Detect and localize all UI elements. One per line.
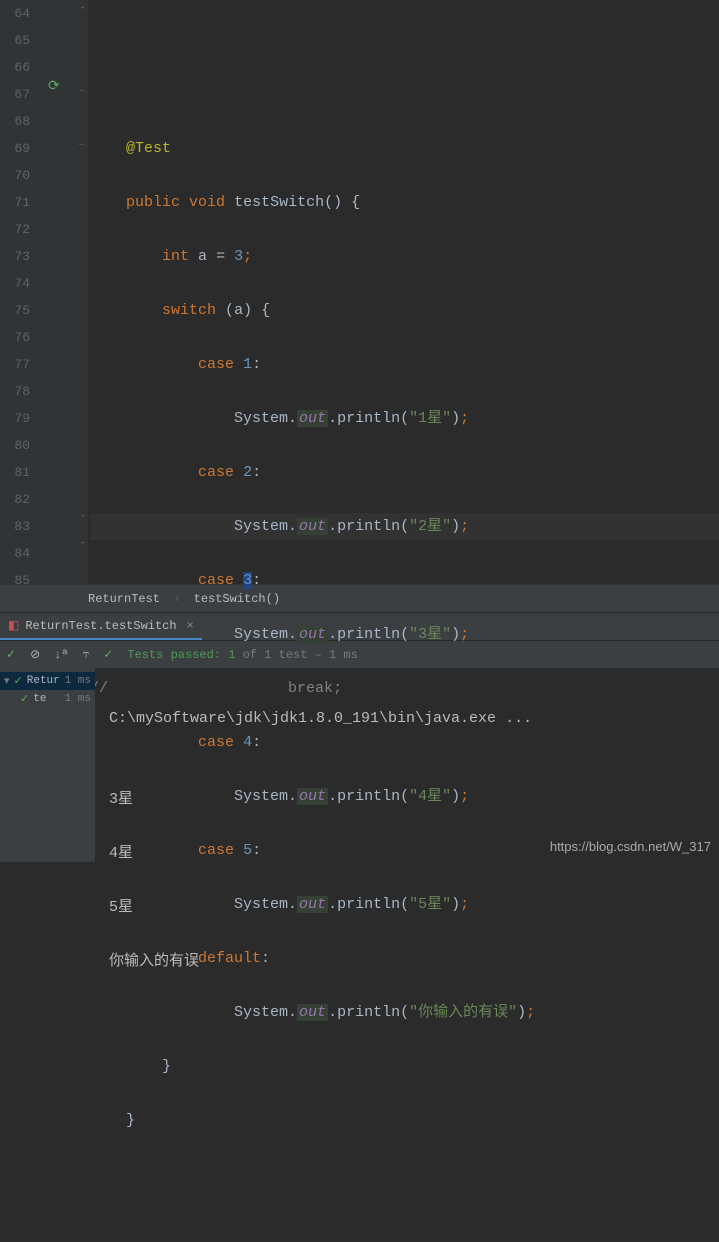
println-call: .println — [328, 410, 400, 427]
tree-node-te[interactable]: ✓ te 1 ms — [0, 690, 95, 708]
out-field: out — [297, 518, 328, 535]
check-icon: ✓ — [20, 692, 29, 706]
keyword-case: case — [198, 356, 234, 373]
watermark-text: https://blog.csdn.net/W_317 — [550, 839, 711, 854]
code-content[interactable]: @Test public void testSwitch() { int a =… — [88, 0, 719, 584]
tab-returntest-testswitch[interactable]: ◧ ReturnTest.testSwitch × — [0, 613, 202, 640]
string-3: "3星" — [409, 626, 451, 643]
tree-time: 1 ms — [65, 693, 91, 705]
keyword-case: case — [198, 464, 234, 481]
tree-node-return[interactable]: ▾ ✓ Retur 1 ms — [0, 672, 95, 690]
check-icon[interactable]: ✓ — [6, 647, 16, 662]
block-icon[interactable]: ⊘ — [30, 647, 40, 662]
string-2: "2星" — [409, 518, 451, 535]
fold-marker-icon[interactable]: ⌃ — [79, 514, 87, 524]
breadcrumb-separator-icon: › — [173, 592, 180, 606]
annotation: @Test — [126, 140, 171, 157]
console-output[interactable]: C:\mySoftware\jdk\jdk1.8.0_191\bin\java.… — [95, 668, 719, 862]
tests-passed-text: Tests passed: 1 of 1 test – 1 ms — [127, 648, 357, 662]
tree-time: 1 ms — [65, 675, 91, 687]
case-2-val: 2 — [243, 464, 252, 481]
fold-marker-icon[interactable]: ⌃ — [79, 6, 87, 16]
results-panel: ▾ ✓ Retur 1 ms ✓ te 1 ms C:\mySoftware\j… — [0, 668, 719, 862]
system-ref: System. — [234, 518, 297, 535]
out-field: out — [297, 410, 328, 427]
var-a-ref: a — [234, 302, 243, 319]
system-ref: System. — [234, 626, 297, 643]
system-ref: System. — [234, 410, 297, 427]
fold-column[interactable]: ⌃ ─ ─ ⌃ ⌃ — [78, 0, 88, 584]
code-editor[interactable]: 6465666768697071727374757677787980818283… — [0, 0, 719, 584]
breadcrumb-method[interactable]: testSwitch() — [194, 592, 280, 606]
println-call: .println — [328, 518, 400, 535]
gutter-icon-column: ⟳ — [38, 0, 78, 584]
run-config-icon: ◧ — [8, 612, 19, 640]
keyword-modifiers: public void — [126, 194, 225, 211]
var-a: a — [198, 248, 207, 265]
keyword-int: int — [162, 248, 189, 265]
close-icon[interactable]: × — [187, 612, 194, 640]
system-ref: System. — [234, 1004, 297, 1021]
run-test-icon[interactable]: ⟳ — [48, 78, 60, 95]
console-line: 你输入的有误 — [109, 948, 705, 975]
case-1-val: 1 — [243, 356, 252, 373]
console-line: 5星 — [109, 894, 705, 921]
method-name: testSwitch — [234, 194, 324, 211]
console-line: C:\mySoftware\jdk\jdk1.8.0_191\bin\java.… — [109, 705, 705, 732]
console-line: 3星 — [109, 786, 705, 813]
string-1: "1星" — [409, 410, 451, 427]
string-default: "你输入的有误" — [409, 1004, 517, 1021]
line-number-gutter: 6465666768697071727374757677787980818283… — [0, 0, 38, 584]
out-field: out — [297, 626, 328, 643]
test-tree[interactable]: ▾ ✓ Retur 1 ms ✓ te 1 ms — [0, 668, 95, 862]
tree-label: te — [33, 693, 46, 705]
out-field: out — [297, 1004, 328, 1021]
check-icon: ✓ — [14, 674, 23, 688]
println-call: .println — [328, 626, 400, 643]
fold-marker-icon[interactable]: ⌃ — [79, 541, 87, 551]
println-call: .println — [328, 1004, 400, 1021]
keyword-switch: switch — [162, 302, 216, 319]
tree-label: Retur — [27, 675, 60, 687]
sort-icon[interactable]: ↓ª — [54, 648, 68, 662]
filter-icon[interactable]: ⥾ — [83, 648, 90, 662]
status-check-icon: ✓ — [103, 647, 113, 662]
tab-label: ReturnTest.testSwitch — [25, 612, 176, 640]
literal-3: 3 — [234, 248, 243, 265]
breadcrumb-class[interactable]: ReturnTest — [88, 592, 160, 606]
fold-marker-icon[interactable]: ─ — [79, 86, 84, 96]
fold-marker-icon[interactable]: ─ — [79, 140, 84, 150]
